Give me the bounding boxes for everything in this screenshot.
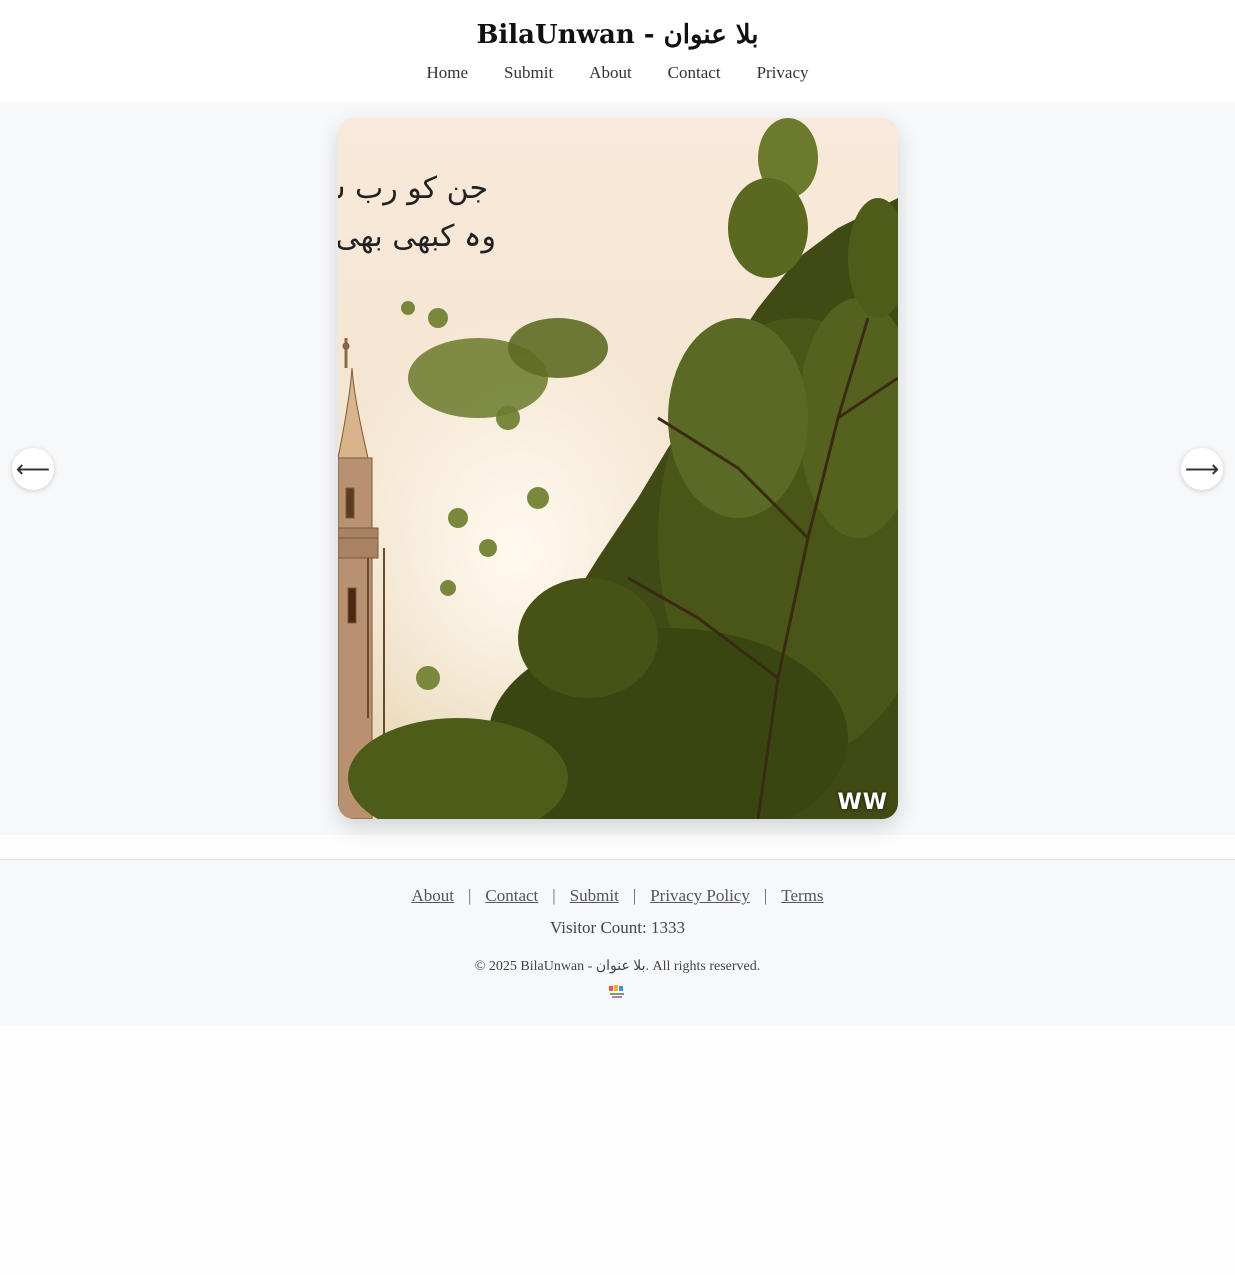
footer-about-link[interactable]: About: [411, 886, 454, 906]
footer-separator: |: [467, 886, 472, 905]
site-footer: About | Contact | Submit | Privacy Polic…: [0, 859, 1235, 1025]
nav-privacy-link[interactable]: Privacy: [757, 63, 809, 83]
nav-submit-link[interactable]: Submit: [504, 63, 553, 83]
footer-privacy-policy-link[interactable]: Privacy Policy: [650, 886, 750, 906]
visitor-count: Visitor Count: 1333: [550, 918, 685, 937]
nav-about-link[interactable]: About: [589, 63, 632, 83]
nav-home-link[interactable]: Home: [427, 63, 469, 83]
footer-links: About | Contact | Submit | Privacy Polic…: [0, 886, 1235, 906]
footer-separator: |: [632, 886, 637, 905]
footer-submit-link[interactable]: Submit: [570, 886, 619, 906]
tree-minaret-illustration: جن کو رب س وہ کبھی بھی: [338, 118, 898, 819]
gallery-slide-image[interactable]: جن کو رب س وہ کبھی بھی WW: [338, 118, 898, 819]
image-gallery: ⟵ جن کو رب وہ کبھی بھی WW ⟶: [0, 102, 1235, 835]
image-urdu-line-1: جن کو رب س: [338, 171, 488, 206]
site-title[interactable]: BilaUnwan - بلا عنوان: [0, 20, 1235, 50]
next-arrow-button[interactable]: ⟶: [1181, 448, 1223, 490]
prev-arrow-button[interactable]: ⟵: [12, 448, 54, 490]
copyright-text: © 2025 BilaUnwan - بلا عنوان. All rights…: [474, 959, 761, 974]
main-nav: Home Submit About Contact Privacy: [0, 63, 1235, 83]
site-header: BilaUnwan - بلا عنوان Home Submit About …: [0, 0, 1235, 102]
footer-separator: |: [552, 886, 556, 905]
nav-contact-link[interactable]: Contact: [668, 63, 721, 83]
image-watermark: WW: [837, 790, 888, 815]
image-urdu-line-2: وہ کبھی بھی: [338, 219, 496, 254]
badge-logo-icon[interactable]: [607, 984, 627, 1000]
footer-contact-link[interactable]: Contact: [485, 886, 538, 906]
footer-terms-link[interactable]: Terms: [781, 886, 823, 906]
footer-separator: |: [763, 886, 768, 905]
